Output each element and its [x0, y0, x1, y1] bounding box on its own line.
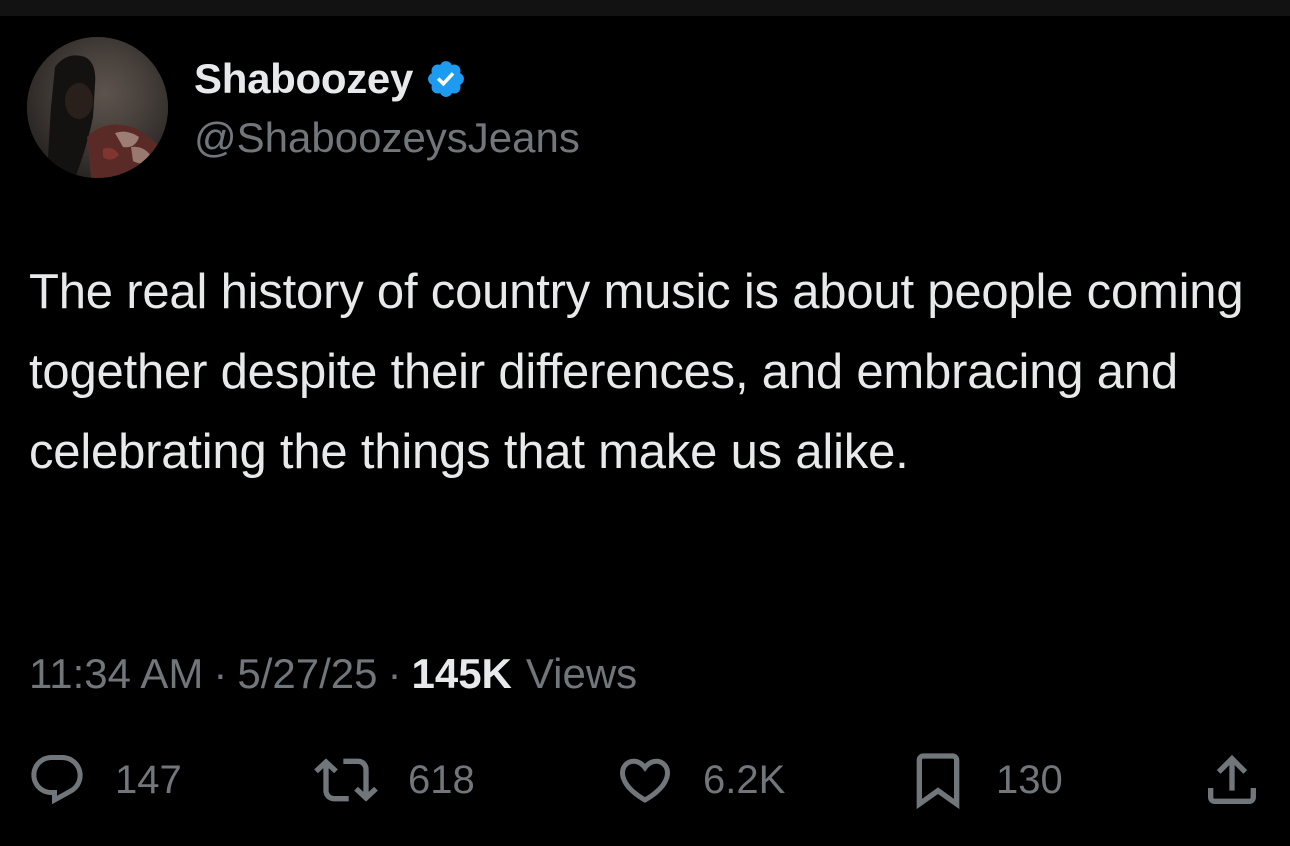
share-icon: [1208, 754, 1256, 804]
reply-count: 147: [115, 757, 182, 802]
bookmark-count: 130: [996, 757, 1063, 802]
tweet-text: The real history of country music is abo…: [29, 265, 1244, 479]
views-count[interactable]: 145K: [411, 650, 511, 698]
avatar[interactable]: [27, 37, 168, 178]
tweet-time[interactable]: 11:34 AM: [29, 650, 203, 698]
reply-button[interactable]: 147: [27, 745, 182, 815]
display-name-row[interactable]: Shaboozey: [194, 54, 467, 104]
tweet-date[interactable]: 5/27/25: [237, 650, 377, 698]
like-button[interactable]: 6.2K: [615, 745, 785, 815]
handle[interactable]: @ShaboozeysJeans: [194, 114, 580, 162]
repost-count: 618: [408, 757, 475, 802]
meta-separator: ·: [387, 650, 402, 697]
repost-button[interactable]: 618: [314, 745, 475, 815]
bookmark-button[interactable]: 130: [906, 745, 1063, 815]
reply-icon: [31, 755, 83, 805]
display-name[interactable]: Shaboozey: [194, 55, 413, 103]
meta-separator: ·: [213, 650, 228, 697]
repost-icon: [314, 758, 378, 802]
verified-badge-icon[interactable]: [425, 58, 467, 100]
top-strip: [0, 0, 1290, 16]
like-count: 6.2K: [703, 757, 786, 802]
tweet-meta: 11:34 AM · 5/27/25 · 145K Views: [29, 648, 637, 700]
action-bar: 147 618 6.2K 130: [0, 745, 1290, 815]
share-button[interactable]: [1200, 745, 1264, 815]
heart-icon: [619, 758, 671, 803]
views-label[interactable]: Views: [526, 650, 637, 698]
bookmark-icon: [916, 753, 960, 810]
avatar-image: [27, 37, 168, 178]
